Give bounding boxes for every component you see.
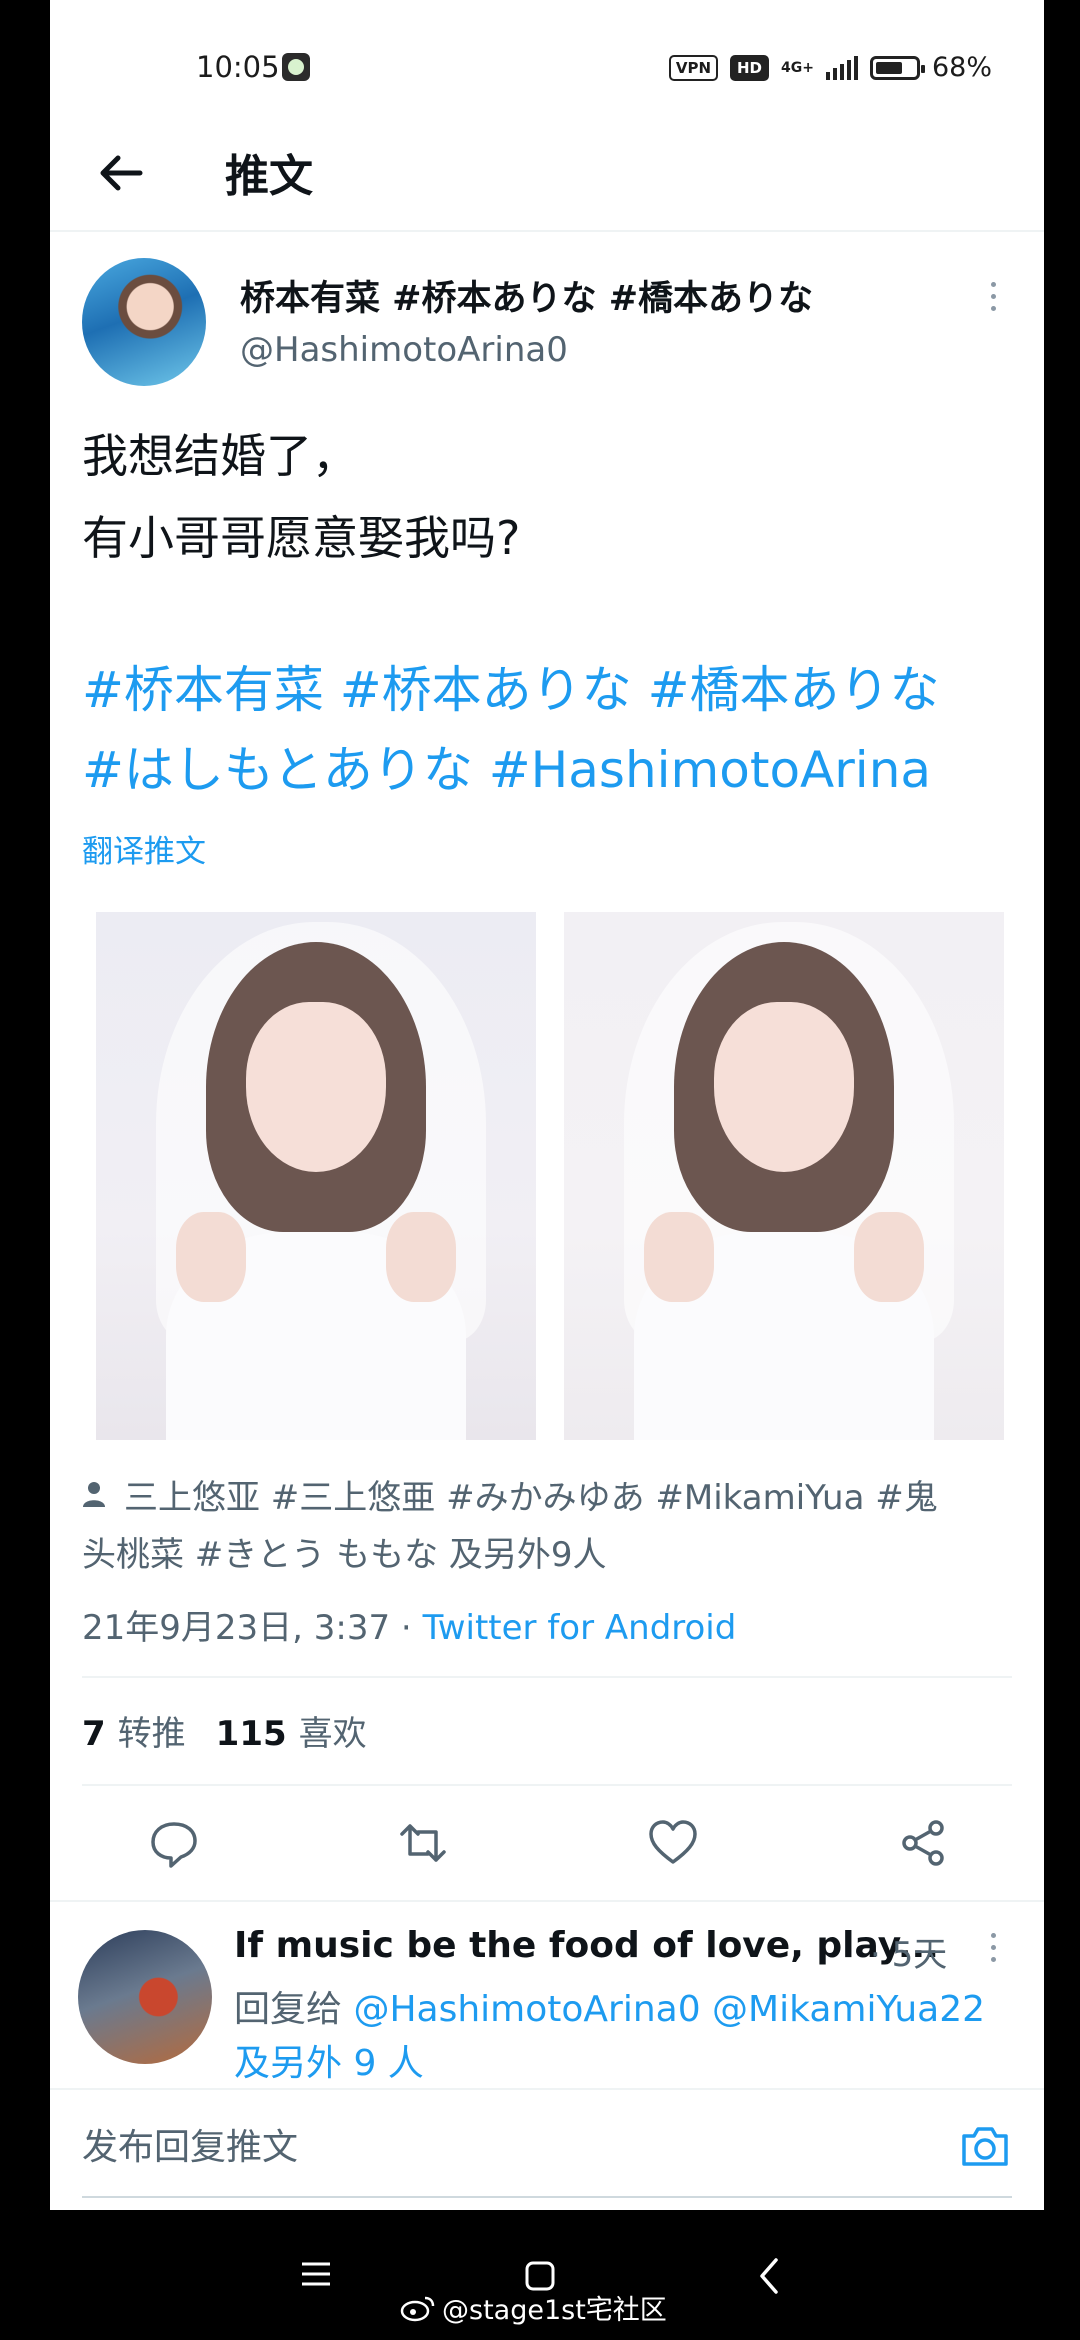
like-count[interactable]: 115 — [216, 1714, 287, 1754]
author-handle[interactable]: @HashimotoArina0 — [240, 330, 568, 370]
reply-prefix: 回复给 — [234, 1989, 354, 2030]
arrow-left-icon[interactable] — [92, 144, 150, 202]
reply-time: · 5天 — [870, 1935, 948, 1975]
camera-icon[interactable] — [958, 2122, 1012, 2170]
more-options-icon[interactable] — [988, 282, 998, 318]
person-icon — [83, 1482, 105, 1507]
vpn-icon: VPN — [668, 54, 718, 81]
divider — [50, 1900, 1044, 1902]
divider — [82, 1784, 1012, 1786]
reply-author-name[interactable]: If music be the food of love, play... — [234, 1925, 939, 1966]
battery-fill — [875, 61, 902, 74]
back-icon[interactable] — [756, 2256, 782, 2296]
status-indicators: VPN HD 4G+ 68% — [668, 52, 992, 83]
weibo-logo-icon — [400, 2296, 435, 2321]
page-title: 推文 — [225, 151, 313, 202]
signal-icon — [825, 55, 858, 80]
reply-to-line: 回复给 @HashimotoArina0 @MikamiYua22 — [234, 1980, 985, 2032]
tagged-users-line[interactable]: 头桃菜 #きとう ももな 及另外9人 — [82, 1527, 607, 1576]
author-name[interactable]: 桥本有菜 #桥本ありな #橋本ありな — [240, 270, 813, 321]
share-icon[interactable] — [896, 1816, 950, 1870]
hashtag-line[interactable]: #桥本有菜 #桥本ありな #橋本ありな — [82, 650, 939, 722]
watermark: @stage1st宅社区 — [400, 2288, 667, 2327]
tweet-text-line: 有小哥哥愿意娶我吗? — [82, 511, 521, 565]
hd-icon: HD — [730, 54, 770, 81]
tweet-stats: 7 转推 115 喜欢 — [82, 1706, 367, 1755]
like-icon[interactable] — [646, 1816, 700, 1870]
reply-to-others: 及另外 9 人 — [234, 2034, 424, 2086]
top-app-bar: 推文 — [50, 120, 1044, 232]
reply-avatar[interactable] — [78, 1930, 212, 2064]
retweet-count[interactable]: 7 — [82, 1714, 106, 1754]
like-label[interactable]: 喜欢 — [299, 1714, 367, 1754]
reply-icon[interactable] — [147, 1816, 201, 1870]
translate-tweet-link[interactable]: 翻译推文 — [82, 826, 206, 871]
reply-compose-bar[interactable]: 发布回复推文 — [50, 2088, 1044, 2200]
battery-icon — [869, 55, 925, 80]
retweet-label[interactable]: 转推 — [118, 1714, 186, 1754]
tweet-date: 21年9月23日, 3:37 · — [82, 1608, 423, 1648]
tweet-photo[interactable] — [96, 912, 536, 1440]
divider — [82, 1676, 1012, 1678]
app-screen: 10:05 VPN HD 4G+ 68% 推文 桥本有菜 #桥本ありな #橋本あ… — [50, 0, 1044, 2210]
reply-others-link[interactable]: 及另外 9 人 — [234, 2043, 424, 2084]
author-avatar[interactable] — [82, 258, 206, 386]
watermark-text: @stage1st宅社区 — [442, 2295, 667, 2326]
tweet-source-link[interactable]: Twitter for Android — [423, 1608, 737, 1648]
tweet-meta: 21年9月23日, 3:37 · Twitter for Android — [82, 1600, 736, 1649]
divider — [82, 2196, 1012, 2198]
status-bar: 10:05 VPN HD 4G+ 68% — [50, 0, 1044, 130]
more-options-icon[interactable] — [988, 1933, 998, 1969]
tweet-text-line: 我想结婚了， — [82, 429, 358, 483]
panda-app-icon — [282, 53, 310, 81]
menu-icon[interactable] — [300, 2260, 332, 2288]
reply-mentions[interactable]: @HashimotoArina0 @MikamiYua22 — [353, 1989, 985, 2030]
hashtag-line[interactable]: #はしもとありな #HashimotoArina — [82, 730, 931, 802]
retweet-icon[interactable] — [396, 1816, 450, 1870]
status-time: 10:05 — [196, 50, 280, 84]
reply-input[interactable]: 发布回复推文 — [82, 2118, 298, 2170]
tweet-photo[interactable] — [564, 912, 1004, 1440]
tagged-users-line[interactable]: 三上悠亚 #三上悠亜 #みかみゆあ #MikamiYua #鬼 — [124, 1470, 938, 1519]
battery-percent: 68% — [931, 52, 992, 83]
network-type: 4G+ — [781, 59, 814, 76]
